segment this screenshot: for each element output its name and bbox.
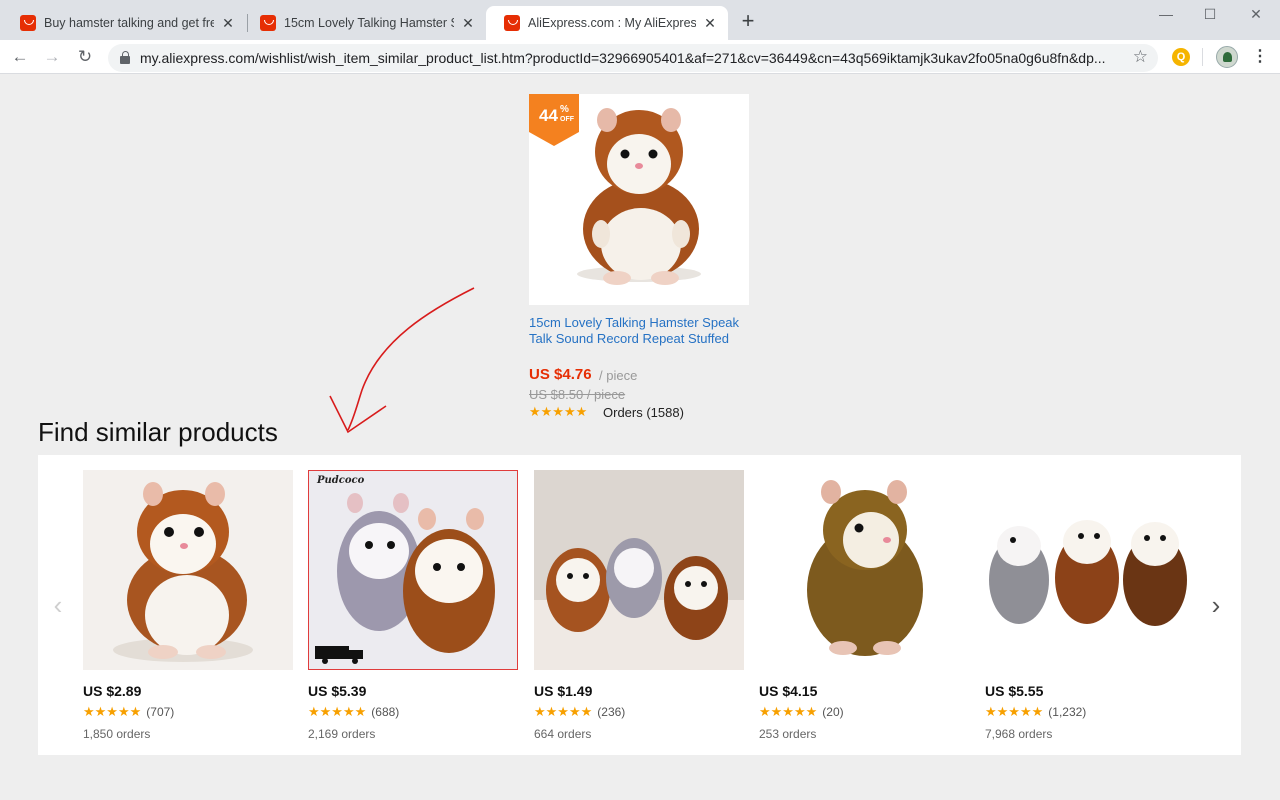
- review-count: (236): [597, 705, 626, 719]
- forward-icon[interactable]: →: [40, 45, 64, 69]
- close-icon[interactable]: ✕: [460, 15, 476, 32]
- carousel-next-icon[interactable]: ›: [1206, 590, 1226, 620]
- aliexpress-favicon-icon: [504, 15, 520, 31]
- aliexpress-favicon-icon: [260, 15, 276, 31]
- annotation-arrow-icon: [329, 287, 475, 434]
- item-orders: 7,968 orders: [985, 727, 1053, 741]
- item-rating: ★★★★★ (688): [308, 704, 518, 720]
- profile-avatar[interactable]: [1216, 46, 1238, 68]
- tab-my-aliexpress[interactable]: AliExpress.com : My AliExpress ✕: [486, 6, 728, 40]
- item-orders: 664 orders: [534, 727, 592, 741]
- item-rating: ★★★★★ (1,232): [985, 704, 1195, 720]
- tab-hamster-search[interactable]: Buy hamster talking and get free ✕: [2, 6, 246, 40]
- minimize-icon[interactable]: —: [1156, 4, 1176, 24]
- similar-product-card[interactable]: Pudcoco US $5.39 ★★★★★ (688) 2,169 order…: [308, 470, 518, 741]
- discount-off: OFF: [560, 116, 574, 123]
- reload-icon[interactable]: ↻: [73, 45, 97, 69]
- review-count: (707): [146, 705, 175, 719]
- star-rating-icon: ★★★★★: [985, 704, 1044, 719]
- tab-title: Buy hamster talking and get free: [44, 16, 214, 30]
- product-thumbnail[interactable]: [985, 470, 1195, 670]
- bookmark-star-icon[interactable]: ☆: [1133, 47, 1148, 67]
- item-rating: ★★★★★ (707): [83, 704, 293, 720]
- star-rating-icon: ★★★★★: [308, 704, 367, 719]
- item-orders: 253 orders: [759, 727, 817, 741]
- product-thumbnail[interactable]: [759, 470, 969, 670]
- brand-logo: Pudcoco: [317, 475, 365, 486]
- back-icon[interactable]: ←: [8, 45, 32, 69]
- product-thumbnail[interactable]: Pudcoco: [308, 470, 518, 670]
- toolbar-separator: [1202, 48, 1203, 66]
- similar-product-card[interactable]: US $1.49 ★★★★★ (236) 664 orders: [534, 470, 744, 741]
- similar-product-card[interactable]: US $4.15 ★★★★★ (20) 253 orders: [759, 470, 969, 741]
- product-original-price: US $8.50 / piece: [529, 387, 626, 402]
- tab-title: 15cm Lovely Talking Hamster Spe: [284, 16, 454, 30]
- tab-title: AliExpress.com : My AliExpress: [528, 16, 696, 30]
- section-heading: Find similar products: [38, 417, 278, 447]
- item-orders: 2,169 orders: [308, 727, 376, 741]
- lock-icon: [120, 51, 130, 64]
- item-price: US $2.89: [83, 683, 142, 699]
- review-count: (20): [822, 705, 844, 719]
- similar-product-card[interactable]: US $2.89 ★★★★★ (707) 1,850 orders: [83, 470, 293, 741]
- discount-value: 44: [539, 106, 558, 125]
- menu-kebab-icon[interactable]: ⋮: [1252, 46, 1268, 68]
- product-thumbnail[interactable]: [83, 470, 293, 670]
- product-thumbnail[interactable]: [534, 470, 744, 670]
- product-unit: / piece: [599, 368, 638, 383]
- browser-toolbar: ← → ↻ my.aliexpress.com/wishlist/wish_it…: [0, 40, 1280, 74]
- close-icon[interactable]: ✕: [702, 15, 718, 32]
- similar-product-card[interactable]: US $5.55 ★★★★★ (1,232) 7,968 orders: [985, 470, 1195, 741]
- item-rating: ★★★★★ (236): [534, 704, 744, 720]
- window-close-icon[interactable]: ✕: [1246, 4, 1266, 24]
- new-tab-icon[interactable]: +: [737, 10, 759, 32]
- extension-icon[interactable]: Q: [1172, 48, 1190, 66]
- item-price: US $5.55: [985, 683, 1044, 699]
- tab-bar: Buy hamster talking and get free ✕ 15cm …: [0, 0, 1280, 40]
- item-orders: 1,850 orders: [83, 727, 151, 741]
- maximize-icon[interactable]: ☐: [1200, 4, 1220, 24]
- star-rating-icon: ★★★★★: [529, 404, 588, 419]
- close-icon[interactable]: ✕: [220, 15, 236, 32]
- item-price: US $1.49: [534, 683, 593, 699]
- item-price: US $4.15: [759, 683, 818, 699]
- url-text: my.aliexpress.com/wishlist/wish_item_sim…: [140, 50, 1106, 66]
- address-bar[interactable]: my.aliexpress.com/wishlist/wish_item_sim…: [108, 44, 1158, 72]
- item-rating: ★★★★★ (20): [759, 704, 969, 720]
- star-rating-icon: ★★★★★: [83, 704, 142, 719]
- product-price: US $4.76: [529, 366, 592, 383]
- truck-icon: [315, 646, 363, 664]
- product-orders: Orders (1588): [603, 405, 684, 420]
- aliexpress-favicon-icon: [20, 15, 36, 31]
- review-count: (1,232): [1048, 705, 1087, 719]
- product-title-link[interactable]: 15cm Lovely Talking Hamster Speak Talk S…: [529, 315, 759, 347]
- carousel-prev-icon[interactable]: ‹: [48, 590, 68, 620]
- discount-badge: 44 % OFF: [529, 94, 579, 146]
- star-rating-icon: ★★★★★: [534, 704, 593, 719]
- discount-percent: %: [560, 104, 569, 115]
- review-count: (688): [371, 705, 400, 719]
- item-price: US $5.39: [308, 683, 367, 699]
- star-rating-icon: ★★★★★: [759, 704, 818, 719]
- tab-product[interactable]: 15cm Lovely Talking Hamster Spe ✕: [242, 6, 486, 40]
